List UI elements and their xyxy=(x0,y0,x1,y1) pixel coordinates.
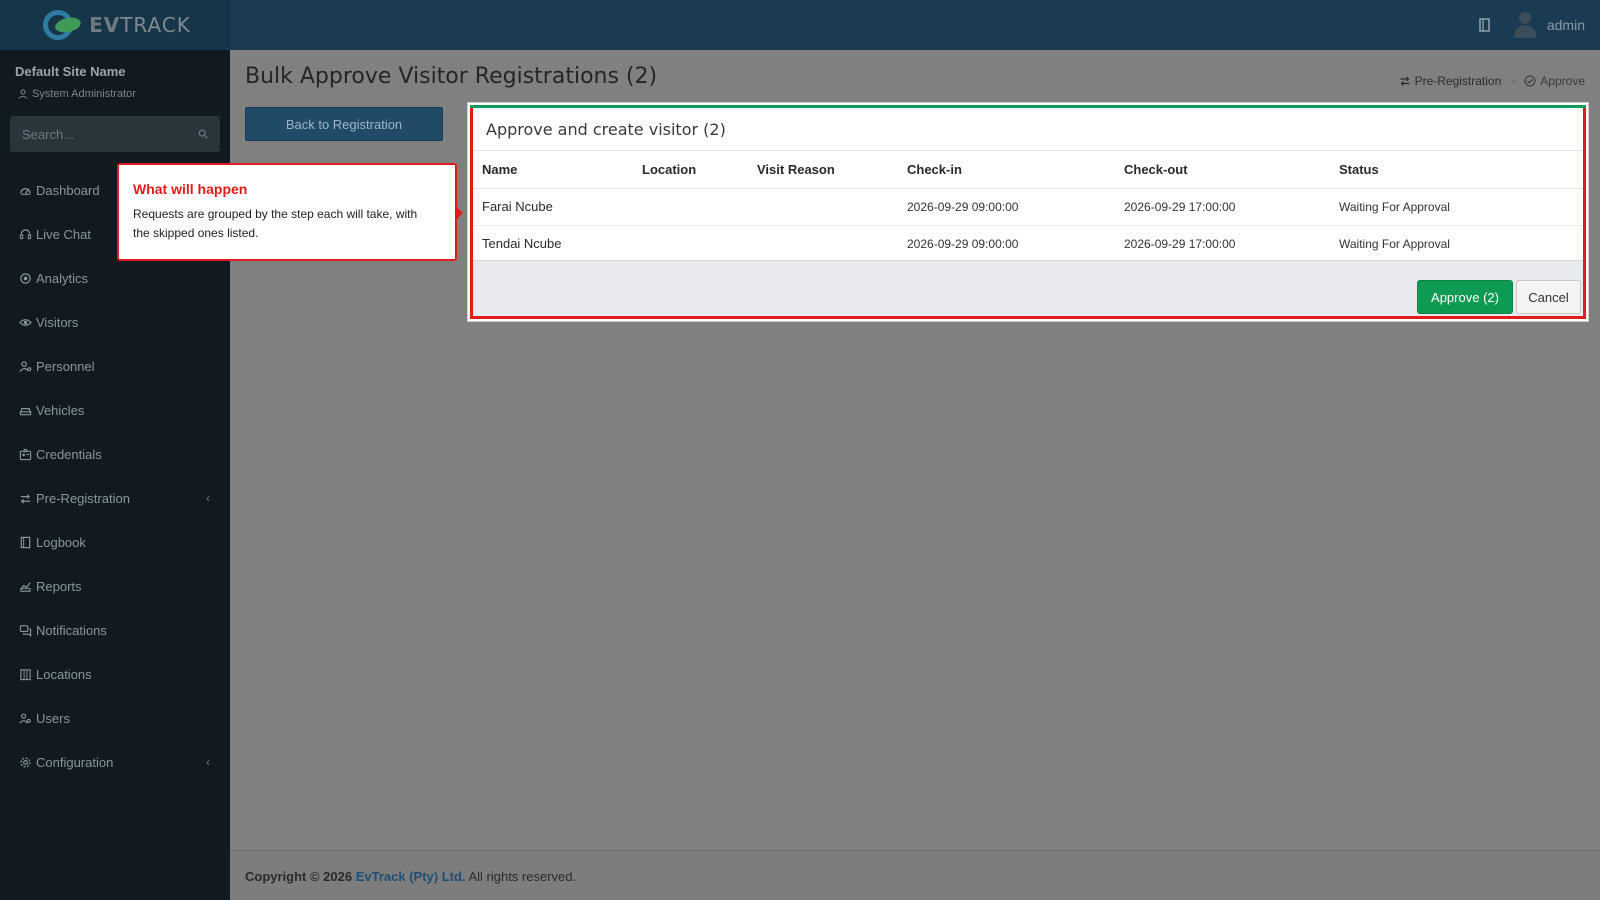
visitor-table: Name Location Visit Reason Check-in Chec… xyxy=(473,151,1583,263)
breadcrumb-item-approve: Approve xyxy=(1524,74,1585,88)
chevron-left-icon: ‹ xyxy=(206,491,210,505)
sidebar-item-visitors[interactable]: Visitors xyxy=(0,300,230,344)
back-to-registration-button[interactable]: Back to Registration xyxy=(245,107,443,141)
approve-visitors-panel: Approve and create visitor (2) Name Loca… xyxy=(467,102,1589,322)
search-icon[interactable] xyxy=(198,128,208,140)
car-icon xyxy=(18,403,32,417)
sidebar-item-users[interactable]: Users xyxy=(0,696,230,740)
approve-button[interactable]: Approve (2) xyxy=(1417,280,1513,314)
cell-status: Waiting For Approval xyxy=(1330,188,1583,226)
avatar xyxy=(1513,11,1537,39)
logo-mark-icon xyxy=(39,10,85,40)
sidebar-item-reports[interactable]: Reports xyxy=(0,564,230,608)
user-role: System Administrator xyxy=(18,88,136,100)
cell-location xyxy=(633,225,748,263)
search-input[interactable] xyxy=(22,126,198,142)
column-header-status[interactable]: Status xyxy=(1330,151,1583,189)
logo-text: EVTRACK xyxy=(89,13,191,37)
breadcrumb-item-pre-registration[interactable]: Pre-Registration xyxy=(1399,74,1501,88)
arrows-exchange-icon xyxy=(18,491,32,505)
page-title: Bulk Approve Visitor Registrations (2) xyxy=(245,64,658,89)
cell-name: Tendai Ncube xyxy=(473,225,633,263)
user-gear-icon xyxy=(18,359,32,373)
users-icon xyxy=(18,711,32,725)
cancel-button[interactable]: Cancel xyxy=(1516,280,1581,314)
top-navbar: EVTRACK admin xyxy=(0,0,1600,50)
column-header-name[interactable]: Name xyxy=(473,151,633,189)
sidebar-item-logbook[interactable]: Logbook xyxy=(0,520,230,564)
sidebar-item-credentials[interactable]: Credentials xyxy=(0,432,230,476)
id-card-icon xyxy=(18,447,32,461)
column-header-check-out[interactable]: Check-out xyxy=(1115,151,1330,189)
sidebar-item-configuration[interactable]: Configuration ‹ xyxy=(0,740,230,784)
panel-title: Approve and create visitor (2) xyxy=(486,120,726,139)
table-row[interactable]: Farai Ncube 2026-09-29 09:00:00 2026-09-… xyxy=(473,188,1583,226)
company-link[interactable]: EvTrack (Pty) Ltd. xyxy=(356,869,466,884)
cell-visit-reason xyxy=(748,188,898,226)
gear-icon xyxy=(18,755,32,769)
panel-footer: Approve (2) Cancel xyxy=(473,260,1583,316)
chart-icon xyxy=(18,579,32,593)
cell-check-out: 2026-09-29 17:00:00 xyxy=(1115,225,1330,263)
table-header-row: Name Location Visit Reason Check-in Chec… xyxy=(473,151,1583,189)
breadcrumb-separator: > xyxy=(1509,74,1517,88)
site-name: Default Site Name xyxy=(15,64,126,79)
table-row[interactable]: Tendai Ncube 2026-09-29 09:00:00 2026-09… xyxy=(473,225,1583,263)
check-circle-icon xyxy=(1524,75,1536,87)
sidebar-item-locations[interactable]: Locations xyxy=(0,652,230,696)
page-footer: Copyright © 2026 EvTrack (Pty) Ltd. All … xyxy=(230,850,1600,900)
cell-status: Waiting For Approval xyxy=(1330,225,1583,263)
column-header-location[interactable]: Location xyxy=(633,151,748,189)
sidebar-item-pre-registration[interactable]: Pre-Registration ‹ xyxy=(0,476,230,520)
target-icon xyxy=(18,271,32,285)
user-menu[interactable]: admin xyxy=(1513,11,1585,39)
person-icon xyxy=(18,89,28,99)
cell-location xyxy=(633,188,748,226)
chat-bubbles-icon xyxy=(18,623,32,637)
sidebar-item-analytics[interactable]: Analytics xyxy=(0,256,230,300)
user-name: admin xyxy=(1546,17,1585,33)
book-icon xyxy=(18,535,32,549)
cell-name: Farai Ncube xyxy=(473,188,633,226)
cell-check-in: 2026-09-29 09:00:00 xyxy=(898,188,1115,226)
highlight-frame: Approve and create visitor (2) Name Loca… xyxy=(470,108,1586,319)
callout-pointer xyxy=(457,207,463,219)
cell-visit-reason xyxy=(748,225,898,263)
sidebar-item-notifications[interactable]: Notifications xyxy=(0,608,230,652)
callout-text: Requests are grouped by the step each wi… xyxy=(133,207,418,240)
search-box xyxy=(10,116,220,152)
column-header-check-in[interactable]: Check-in xyxy=(898,151,1115,189)
sidebar-item-personnel[interactable]: Personnel xyxy=(0,344,230,388)
chevron-left-icon: ‹ xyxy=(206,755,210,769)
logo[interactable]: EVTRACK xyxy=(0,0,230,50)
building-icon xyxy=(18,667,32,681)
copyright-text: Copyright © 2026 EvTrack (Pty) Ltd. All … xyxy=(245,869,577,884)
callout-title: What will happen xyxy=(133,181,248,197)
eye-icon xyxy=(18,315,32,329)
column-header-visit-reason[interactable]: Visit Reason xyxy=(748,151,898,189)
arrows-exchange-icon xyxy=(1400,76,1410,86)
breadcrumb: Pre-Registration > Approve xyxy=(1399,74,1585,88)
visitor-table-container: Name Location Visit Reason Check-in Chec… xyxy=(473,150,1583,263)
dashboard-icon xyxy=(18,183,32,197)
cell-check-in: 2026-09-29 09:00:00 xyxy=(898,225,1115,263)
sidebar-item-vehicles[interactable]: Vehicles xyxy=(0,388,230,432)
headset-icon xyxy=(18,227,32,241)
book-icon[interactable] xyxy=(1479,18,1491,32)
info-callout: What will happen Requests are grouped by… xyxy=(117,163,463,261)
cell-check-out: 2026-09-29 17:00:00 xyxy=(1115,188,1330,226)
